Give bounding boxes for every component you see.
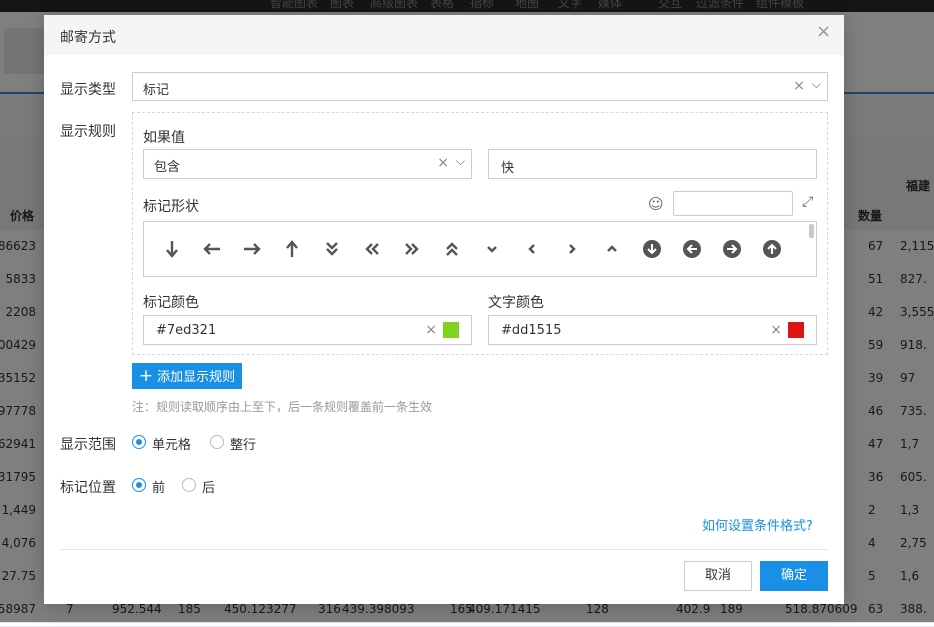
mark-color-label: 标记颜色 [143, 295, 199, 311]
clear-icon[interactable]: × [437, 155, 449, 171]
arrow-down-icon[interactable] [159, 236, 185, 262]
mark-color-input[interactable]: #7ed321 × [143, 315, 472, 345]
shape-panel [143, 221, 817, 277]
mark-position-label: 标记位置 [60, 480, 116, 496]
shape-label: 标记形状 [143, 199, 199, 215]
condition-select[interactable]: 包含 × ⌵ [143, 149, 472, 179]
radio-cell[interactable] [132, 435, 146, 449]
circle-arrow-down-icon[interactable] [639, 236, 665, 262]
text-color-swatch[interactable] [788, 322, 804, 338]
close-icon[interactable]: × [816, 23, 831, 41]
condition-value: 包含 [154, 160, 181, 175]
text-color-input[interactable]: #dd1515 × [488, 315, 817, 345]
clear-icon[interactable]: × [425, 322, 437, 338]
arrow-left-icon[interactable] [199, 236, 225, 262]
radio-after-label[interactable]: 后 [202, 477, 215, 496]
chevron-down-icon[interactable]: ⌵ [812, 77, 821, 92]
radio-row-label[interactable]: 整行 [230, 434, 256, 453]
emoji-icon[interactable]: ☺ [648, 195, 664, 213]
radio-cell-label[interactable]: 单元格 [152, 434, 191, 453]
display-type-label: 显示类型 [60, 82, 116, 98]
mark-color-value: #7ed321 [156, 323, 217, 338]
plus-icon: + [138, 366, 154, 386]
mark-color-swatch[interactable] [443, 322, 459, 338]
add-rule-label: 添加显示规则 [157, 370, 236, 385]
circle-arrow-up-icon[interactable] [759, 236, 785, 262]
display-range-label: 显示范围 [60, 437, 116, 453]
chevron-down-icon[interactable] [479, 236, 505, 262]
text-color-label: 文字颜色 [488, 295, 544, 311]
clear-icon[interactable]: × [793, 78, 805, 94]
cancel-button[interactable]: 取消 [684, 561, 752, 591]
rule-note: 注：规则读取顺序由上至下，后一条规则覆盖前一条生效 [132, 400, 433, 414]
radio-before-label[interactable]: 前 [152, 477, 165, 496]
condition-input-value: 快 [501, 161, 515, 176]
radio-row[interactable] [210, 435, 224, 449]
arrow-right-icon[interactable] [239, 236, 265, 262]
chevron-down-icon[interactable]: ⌵ [456, 154, 465, 169]
dialog-title: 邮寄方式 [60, 30, 116, 46]
double-chevron-right-icon[interactable] [399, 236, 425, 262]
double-chevron-left-icon[interactable] [359, 236, 385, 262]
scrollbar[interactable] [809, 224, 814, 238]
text-color-value: #dd1515 [501, 323, 562, 338]
circle-arrow-left-icon[interactable] [679, 236, 705, 262]
dialog-header: 邮寄方式 × [44, 15, 844, 55]
shape-search-input[interactable] [673, 191, 793, 216]
arrow-up-icon[interactable] [279, 236, 305, 262]
expand-icon[interactable]: ⤢ [802, 194, 813, 210]
chevron-right-icon[interactable] [559, 236, 585, 262]
conditional-format-dialog: 邮寄方式 × 显示类型 标记 × ⌵ 显示规则 如果值 包含 × ⌵ 快 标记形… [44, 15, 844, 604]
display-type-value: 标记 [143, 83, 170, 98]
help-link[interactable]: 如何设置条件格式? [702, 515, 813, 534]
condition-input[interactable]: 快 [488, 149, 817, 179]
double-chevron-down-icon[interactable] [319, 236, 345, 262]
if-value-label: 如果值 [143, 130, 185, 146]
add-rule-button[interactable]: + 添加显示规则 [132, 363, 242, 389]
radio-after[interactable] [182, 478, 196, 492]
chevron-left-icon[interactable] [519, 236, 545, 262]
ok-button[interactable]: 确定 [760, 561, 828, 591]
display-type-select[interactable]: 标记 × ⌵ [132, 72, 828, 101]
chevron-up-icon[interactable] [599, 236, 625, 262]
clear-icon[interactable]: × [770, 322, 782, 338]
double-chevron-up-icon[interactable] [439, 236, 465, 262]
footer-divider [60, 549, 828, 550]
radio-before[interactable] [132, 478, 146, 492]
display-rule-label: 显示规则 [60, 124, 116, 140]
circle-arrow-right-icon[interactable] [719, 236, 745, 262]
